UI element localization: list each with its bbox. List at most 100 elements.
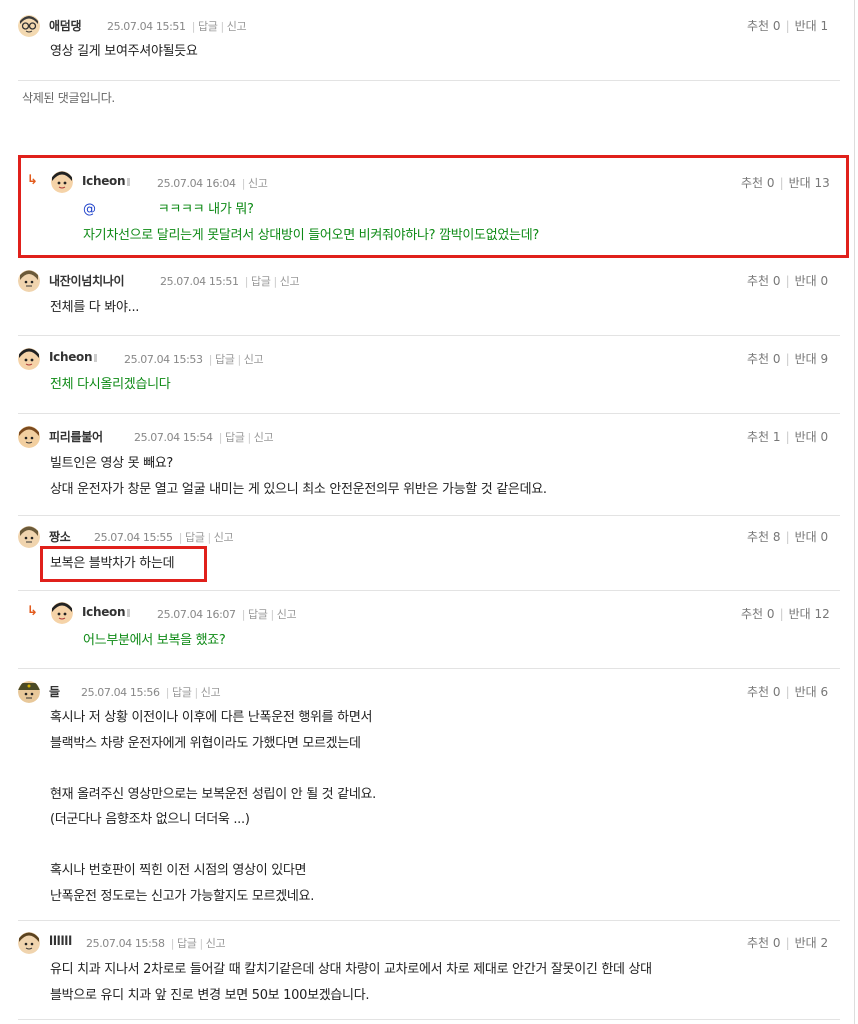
avatar-icon[interactable] [18,270,40,292]
report-button[interactable]: 신고 [248,177,268,190]
comment-line: 블랙박스 차량 운전자에게 위협이라도 가했다면 모르겠는데 [50,735,361,751]
divider [18,590,840,591]
reply-arrow-icon: ↳ [27,173,38,188]
avatar-icon[interactable] [18,426,40,448]
vote-box: 추천 0 | 반대 6 [747,685,829,699]
like-count: 0 [766,607,775,621]
comment-meta: 25.07.04 15:56 | 답글 | 신고 [81,686,221,699]
comment-line: 상대 운전자가 창문 열고 얼굴 내미는 게 있으니 최소 안전운전의무 위반은… [50,481,547,497]
reply-button[interactable]: 답글 [185,531,205,544]
comment-meta: 25.07.04 15:51 | 답글 | 신고 [160,275,300,288]
dislike-button[interactable]: 반대 1 [795,19,829,33]
avatar-icon[interactable] [18,932,40,954]
comment-body: 전체를 다 봐야... [50,295,139,321]
vote-box: 추천 1 | 반대 0 [747,430,829,444]
vote-box: 추천 0 | 반대 2 [747,936,829,950]
like-button[interactable]: 추천 0 [747,936,781,950]
like-count: 0 [772,19,781,33]
dislike-count: 6 [820,685,829,699]
highlight-box [40,546,207,582]
like-button[interactable]: 추천 0 [747,274,781,288]
comment-nickname[interactable]: Icheon [82,174,131,188]
like-button[interactable]: 추천 0 [747,19,781,33]
report-button[interactable]: 신고 [244,353,264,366]
reply-button[interactable]: 답글 [251,275,271,288]
comment-meta: 25.07.04 15:55 | 답글 | 신고 [94,531,234,544]
comment-date: 25.07.04 15:51 [107,20,186,33]
reply-button[interactable]: 답글 [225,431,245,444]
like-count: 0 [766,176,775,190]
comment-nickname[interactable]: 짱소 [49,528,71,545]
comment-nickname[interactable]: 애덤댕 [49,17,82,34]
like-button[interactable]: 추천 0 [747,685,781,699]
dislike-button[interactable]: 반대 0 [795,430,829,444]
like-button[interactable]: 추천 0 [747,352,781,366]
comment-item: 내잔이넘치나이 25.07.04 15:51 | 답글 | 신고 추천 0 | 반대 0 … [0,269,858,335]
comment-body: 영상 길게 보여주셔야될듯요 [50,39,198,65]
like-button[interactable]: 추천 0 [741,607,775,621]
reply-button[interactable]: 답글 [198,20,218,33]
comment-line: 전체를 다 봐야... [50,300,140,315]
dislike-button[interactable]: 반대 0 [795,530,829,544]
like-button[interactable]: 추천 0 [741,176,775,190]
divider [18,1019,840,1020]
reply-button[interactable]: 답글 [177,937,197,950]
avatar-icon[interactable] [51,602,73,624]
comment-date: 25.07.04 15:56 [81,686,160,699]
comment-nickname[interactable]: Icheon [49,350,98,364]
comment-line: 어느부분에서 보복을 했죠? [83,633,226,648]
like-button[interactable]: 추천 8 [747,530,781,544]
avatar-icon[interactable] [18,681,40,703]
comment-line: (더군다나 음향조차 없으니 더더욱 ...) [50,812,250,827]
dislike-button[interactable]: 반대 12 [789,607,830,621]
comment-item: 피리를불어 25.07.04 15:54 | 답글 | 신고 추천 1 | 반대 0 빌트… [0,425,858,515]
comment-item: 들 25.07.04 15:56 | 답글 | 신고 추천 0 | 반대 6 혹시나 저 … [0,680,858,920]
like-button[interactable]: 추천 1 [747,430,781,444]
avatar-icon[interactable] [51,171,73,193]
comment-line: 전체 다시올리겠습니다 [50,377,171,392]
dislike-button[interactable]: 반대 0 [795,274,829,288]
report-button[interactable]: 신고 [254,431,274,444]
comment-line: 자기차선으로 달리는게 못달려서 상대방이 들어오면 비켜줘야하나? 깜박이도없… [83,227,539,243]
comment-nickname[interactable]: 피리를불어 [49,428,103,445]
divider [18,335,840,336]
mention-link[interactable]: @ [83,202,96,217]
comment-body: 혹시나 저 상황 이전이나 이후에 다른 난폭운전 행위를 하면서 블랙박스 차… [50,705,376,909]
comment-date: 25.07.04 16:07 [157,608,236,621]
reply-button[interactable]: 답글 [172,686,192,699]
report-button[interactable]: 신고 [280,275,300,288]
comment-nickname[interactable]: 내잔이넘치나이 [49,272,124,289]
like-count: 0 [772,685,781,699]
comment-header: 애덤댕 25.07.04 15:51 | 답글 | 신고 추천 0 | 반대 1 [0,14,858,37]
dislike-count: 13 [814,176,830,190]
report-button[interactable]: 신고 [214,531,234,544]
divider [18,668,840,669]
avatar-icon[interactable] [18,348,40,370]
comment-meta: 25.07.04 16:07 | 답글 | 신고 [157,608,297,621]
avatar-icon[interactable] [18,526,40,548]
avatar-icon[interactable] [18,15,40,37]
dislike-button[interactable]: 반대 9 [795,352,829,366]
like-count: 0 [772,274,781,288]
report-button[interactable]: 신고 [206,937,226,950]
comment-nickname[interactable]: Icheon [82,605,131,619]
reply-arrow-icon: ↳ [27,604,38,619]
comment-meta: 25.07.04 15:58 | 답글 | 신고 [86,937,226,950]
report-button[interactable]: 신고 [227,20,247,33]
reply-button[interactable]: 답글 [248,608,268,621]
dislike-button[interactable]: 반대 2 [795,936,829,950]
vote-box: 추천 0 | 반대 0 [747,274,829,288]
comment-meta: 25.07.04 15:51 | 답글 | 신고 [107,20,247,33]
comment-date: 25.07.04 15:51 [160,275,239,288]
comment-date: 25.07.04 16:04 [157,177,236,190]
dislike-button[interactable]: 반대 13 [789,176,830,190]
like-count: 0 [772,352,781,366]
comment-nickname[interactable]: llllll [49,934,72,948]
report-button[interactable]: 신고 [277,608,297,621]
dislike-button[interactable]: 반대 6 [795,685,829,699]
report-button[interactable]: 신고 [201,686,221,699]
comment-nickname[interactable]: 들 [49,683,60,700]
reply-button[interactable]: 답글 [215,353,235,366]
comment-item: 애덤댕 25.07.04 15:51 | 답글 | 신고 추천 0 | 반대 1 영상 길… [0,14,858,80]
like-count: 1 [772,430,781,444]
